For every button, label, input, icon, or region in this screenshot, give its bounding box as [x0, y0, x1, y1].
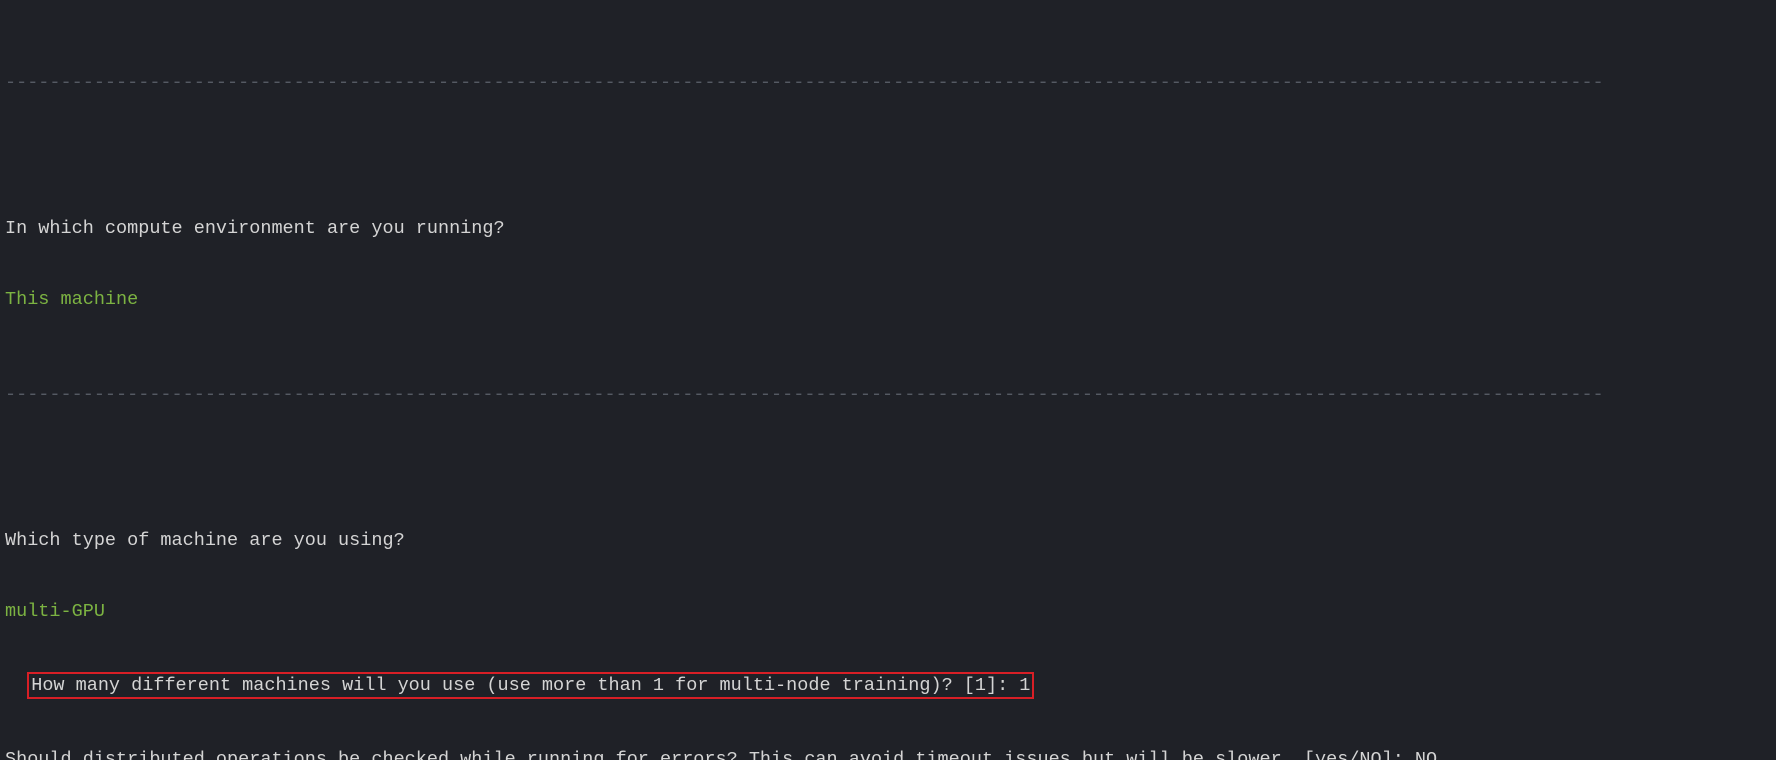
- divider: ----------------------------------------…: [5, 71, 1771, 95]
- divider: ----------------------------------------…: [5, 383, 1771, 407]
- prompt-compute-env: In which compute environment are you run…: [5, 217, 1771, 241]
- answer-compute-env: This machine: [5, 288, 1771, 312]
- prompt-machine-type: Which type of machine are you using?: [5, 529, 1771, 553]
- highlight-box-machines: How many different machines will you use…: [27, 672, 1034, 700]
- prompt-num-machines: How many different machines will you use…: [31, 675, 1030, 696]
- terminal[interactable]: ----------------------------------------…: [0, 0, 1776, 760]
- answer-machine-type: multi-GPU: [5, 600, 1771, 624]
- prompt-dist-check: Should distributed operations be checked…: [5, 748, 1771, 760]
